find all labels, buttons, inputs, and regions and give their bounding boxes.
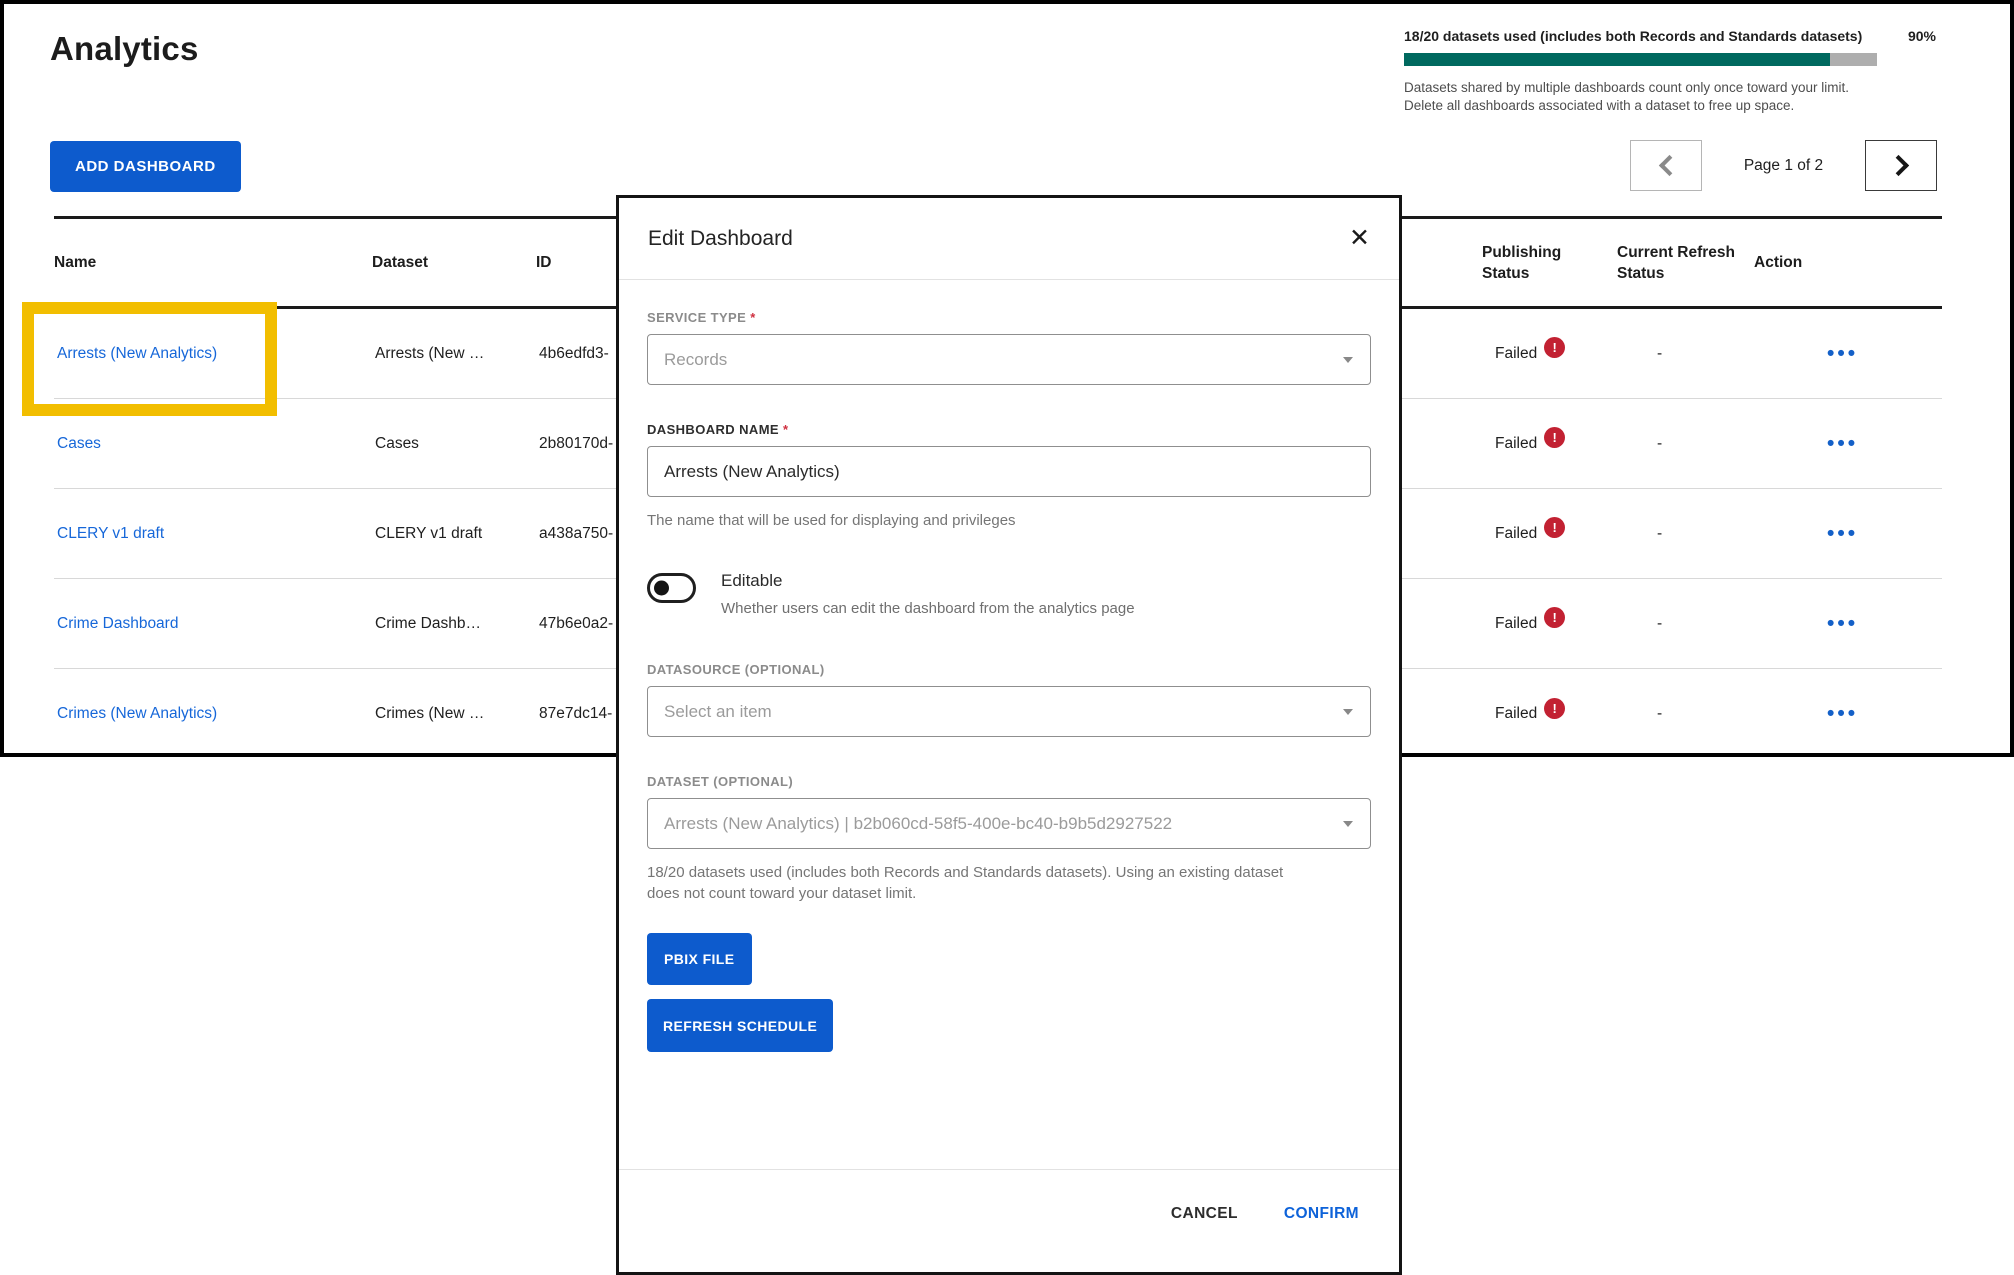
next-page-button[interactable] bbox=[1865, 140, 1937, 191]
dataset-select[interactable]: Arrests (New Analytics) | b2b060cd-58f5-… bbox=[647, 798, 1371, 849]
status-text: Failed bbox=[1495, 345, 1537, 363]
status-text: Failed bbox=[1495, 615, 1537, 633]
confirm-button[interactable]: CONFIRM bbox=[1284, 1205, 1359, 1223]
dataset-label: DATASET (OPTIONAL) bbox=[647, 774, 1371, 789]
error-badge-icon: ! bbox=[1544, 607, 1565, 628]
column-header-refresh-status: Current Refresh Status bbox=[1617, 242, 1754, 284]
status-text: Failed bbox=[1495, 525, 1537, 543]
dashboard-link[interactable]: CLERY v1 draft bbox=[57, 525, 164, 542]
datasource-placeholder: Select an item bbox=[664, 702, 772, 722]
refresh-status-cell: - bbox=[1617, 345, 1754, 363]
service-type-value: Records bbox=[664, 350, 727, 370]
add-dashboard-button[interactable]: ADD DASHBOARD bbox=[50, 141, 241, 192]
usage-progress-fill bbox=[1404, 53, 1830, 66]
refresh-status-cell: - bbox=[1617, 705, 1754, 723]
pagination: Page 1 of 2 bbox=[1630, 140, 1937, 191]
pbix-file-button[interactable]: PBIX FILE bbox=[647, 933, 752, 985]
editable-label: Editable bbox=[721, 571, 1135, 591]
required-asterisk: * bbox=[783, 422, 788, 437]
status-text: Failed bbox=[1495, 705, 1537, 723]
usage-note-line1: Datasets shared by multiple dashboards c… bbox=[1404, 79, 1936, 97]
dataset-usage-meter: 18/20 datasets used (includes both Recor… bbox=[1404, 28, 1936, 115]
row-actions-menu-icon[interactable]: ••• bbox=[1827, 342, 1858, 365]
dataset-field: DATASET (OPTIONAL) Arrests (New Analytic… bbox=[647, 774, 1371, 904]
usage-percent: 90% bbox=[1908, 28, 1936, 44]
error-badge-icon: ! bbox=[1544, 698, 1565, 719]
column-header-action: Action bbox=[1754, 252, 1942, 273]
row-actions-menu-icon[interactable]: ••• bbox=[1827, 612, 1858, 635]
column-header-dataset: Dataset bbox=[372, 252, 536, 273]
refresh-schedule-button[interactable]: REFRESH SCHEDULE bbox=[647, 999, 833, 1052]
dashboard-name-input[interactable] bbox=[664, 462, 1354, 482]
dashboard-link[interactable]: Crimes (New Analytics) bbox=[57, 705, 217, 722]
dataset-cell: Crime Dashb… bbox=[372, 615, 536, 633]
service-type-select[interactable]: Records bbox=[647, 334, 1371, 385]
required-asterisk: * bbox=[750, 310, 755, 325]
dashboard-link[interactable]: Crime Dashboard bbox=[57, 615, 178, 632]
dashboard-name-helper: The name that will be used for displayin… bbox=[647, 510, 1371, 531]
dashboard-name-field: DASHBOARD NAME * The name that will be us… bbox=[647, 422, 1371, 531]
dataset-cell: Cases bbox=[372, 435, 536, 453]
toggle-knob bbox=[654, 581, 669, 596]
modal-header: Edit Dashboard ✕ bbox=[619, 198, 1399, 280]
page-indicator: Page 1 of 2 bbox=[1702, 157, 1865, 175]
publishing-status-cell: Failed ! bbox=[1482, 704, 1617, 725]
publishing-status-cell: Failed ! bbox=[1482, 343, 1617, 364]
page-title: Analytics bbox=[50, 30, 199, 68]
editable-description: Whether users can edit the dashboard fro… bbox=[721, 600, 1135, 617]
dropdown-caret-icon bbox=[1343, 709, 1353, 715]
editable-toggle[interactable] bbox=[647, 573, 696, 603]
publishing-status-cell: Failed ! bbox=[1482, 613, 1617, 634]
error-badge-icon: ! bbox=[1544, 337, 1565, 358]
status-text: Failed bbox=[1495, 435, 1537, 453]
refresh-status-cell: - bbox=[1617, 615, 1754, 633]
row-actions-menu-icon[interactable]: ••• bbox=[1827, 702, 1858, 725]
column-header-publishing-status: Publishing Status bbox=[1482, 242, 1617, 284]
modal-footer: CANCEL CONFIRM bbox=[619, 1169, 1399, 1272]
publishing-status-cell: Failed ! bbox=[1482, 433, 1617, 454]
chevron-left-icon bbox=[1658, 155, 1679, 176]
error-badge-icon: ! bbox=[1544, 517, 1565, 538]
dataset-cell: Crimes (New … bbox=[372, 705, 536, 723]
usage-progress-bar bbox=[1404, 53, 1877, 66]
modal-body: SERVICE TYPE * Records DASHBOARD NAME * Th… bbox=[619, 280, 1399, 1169]
dashboard-link[interactable]: Cases bbox=[57, 435, 101, 452]
edit-dashboard-modal: Edit Dashboard ✕ SERVICE TYPE * Records D… bbox=[616, 195, 1402, 1275]
usage-note-line2: Delete all dashboards associated with a … bbox=[1404, 97, 1936, 115]
error-badge-icon: ! bbox=[1544, 427, 1565, 448]
dataset-value: Arrests (New Analytics) | b2b060cd-58f5-… bbox=[664, 814, 1172, 834]
dropdown-caret-icon bbox=[1343, 357, 1353, 363]
chevron-right-icon bbox=[1887, 155, 1908, 176]
datasource-select[interactable]: Select an item bbox=[647, 686, 1371, 737]
refresh-status-cell: - bbox=[1617, 525, 1754, 543]
dashboard-name-label: DASHBOARD NAME bbox=[647, 422, 779, 437]
dropdown-caret-icon bbox=[1343, 821, 1353, 827]
datasource-field: DATASOURCE (OPTIONAL) Select an item bbox=[647, 662, 1371, 737]
usage-summary: 18/20 datasets used (includes both Recor… bbox=[1404, 28, 1862, 44]
dataset-cell: Arrests (New … bbox=[372, 345, 536, 363]
close-icon[interactable]: ✕ bbox=[1349, 226, 1370, 251]
refresh-status-cell: - bbox=[1617, 435, 1754, 453]
service-type-label: SERVICE TYPE bbox=[647, 310, 746, 325]
dataset-cell: CLERY v1 draft bbox=[372, 525, 536, 543]
row-actions-menu-icon[interactable]: ••• bbox=[1827, 432, 1858, 455]
editable-toggle-row: Editable Whether users can edit the dash… bbox=[647, 571, 1371, 617]
datasource-label: DATASOURCE (OPTIONAL) bbox=[647, 662, 1371, 677]
modal-title: Edit Dashboard bbox=[648, 227, 793, 251]
row-actions-menu-icon[interactable]: ••• bbox=[1827, 522, 1858, 545]
publishing-status-cell: Failed ! bbox=[1482, 523, 1617, 544]
previous-page-button[interactable] bbox=[1630, 140, 1702, 191]
dataset-helper: 18/20 datasets used (includes both Recor… bbox=[647, 862, 1315, 904]
dashboard-link[interactable]: Arrests (New Analytics) bbox=[57, 345, 217, 362]
column-header-name: Name bbox=[54, 252, 372, 273]
service-type-field: SERVICE TYPE * Records bbox=[647, 310, 1371, 385]
cancel-button[interactable]: CANCEL bbox=[1171, 1205, 1238, 1223]
